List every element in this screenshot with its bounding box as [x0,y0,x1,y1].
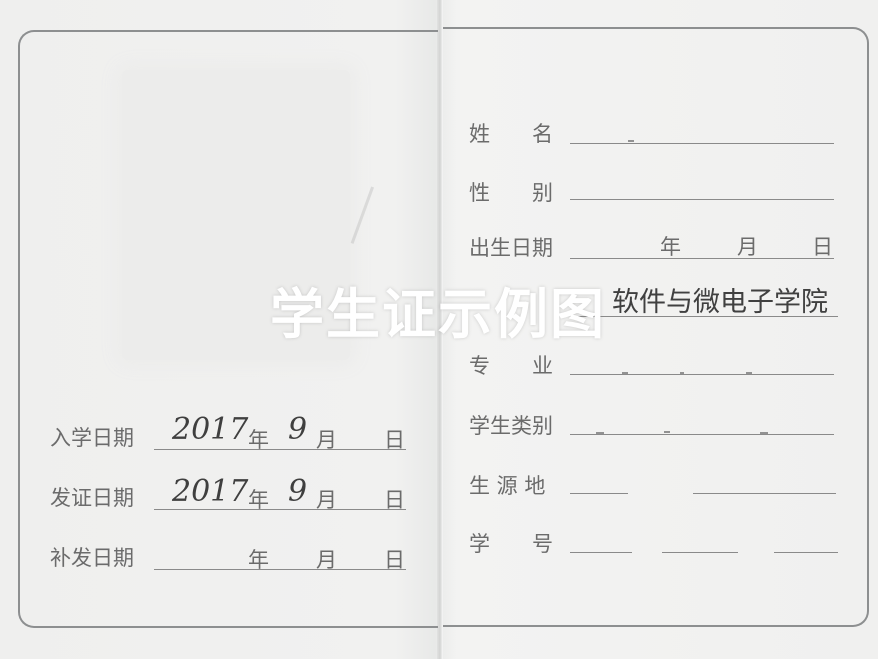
dob-line [570,258,834,259]
enrollment-day-unit: 日 [384,428,405,452]
major-label: 专 业 [469,354,553,378]
dob-year-unit: 年 [660,235,681,259]
reissue-year-unit: 年 [248,548,269,572]
gender-label: 性 别 [469,181,553,205]
issue-year-value: 2017 [172,474,249,509]
origin-line-1 [570,493,628,494]
issue-date-label: 发证日期 [50,486,134,510]
dob-label: 出生日期 [469,236,553,260]
enrollment-month-value: 9 [288,412,308,447]
issue-day-unit: 日 [384,488,405,512]
issue-month-value: 9 [288,474,308,509]
enrollment-date-line [154,449,406,450]
student-id-line-3 [774,552,838,553]
reissue-day-unit: 日 [384,548,405,572]
major-value-redacted-2 [680,372,684,374]
category-label: 学生类别 [469,414,553,438]
name-value-redacted [628,140,634,142]
student-id-label: 学 号 [469,532,553,556]
student-id-line-1 [570,552,632,553]
category-value-redacted-3 [760,432,768,434]
major-line [570,374,834,375]
major-value-redacted-3 [746,372,752,374]
category-line [570,434,834,435]
category-value-redacted-2 [664,431,670,433]
enrollment-year-unit: 年 [248,428,269,452]
dob-day-unit: 日 [812,235,833,259]
issue-year-unit: 年 [248,488,269,512]
enrollment-year-value: 2017 [172,412,249,447]
origin-label: 生 源 地 [469,474,546,498]
category-value-redacted-1 [596,432,604,434]
reissue-date-line [154,569,406,570]
issue-date-line [154,509,406,510]
college-value: 软件与微电子学院 [612,287,828,318]
origin-line-2 [693,493,836,494]
enrollment-month-unit: 月 [316,428,337,452]
enrollment-date-label: 入学日期 [50,426,134,450]
dob-month-unit: 月 [737,235,758,259]
issue-month-unit: 月 [316,488,337,512]
name-label: 姓 名 [469,122,553,146]
name-line [570,143,834,144]
reissue-date-label: 补发日期 [50,546,134,570]
major-value-redacted-1 [622,372,628,374]
sample-watermark: 学生证示例图 [270,283,606,346]
reissue-month-unit: 月 [316,548,337,572]
gender-line [570,199,834,200]
student-id-line-2 [662,552,738,553]
